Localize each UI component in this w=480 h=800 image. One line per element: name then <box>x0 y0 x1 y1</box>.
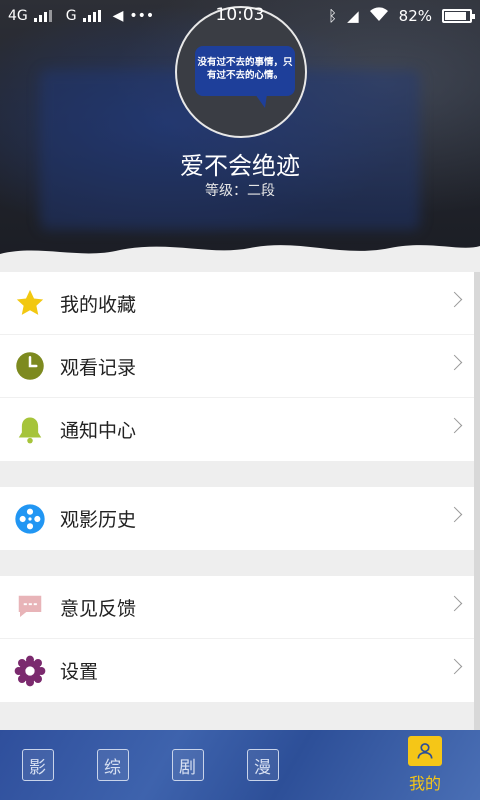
tab-label: 影 <box>21 749 54 781</box>
bell-icon <box>14 414 46 446</box>
gear-icon <box>14 655 46 687</box>
bottom-nav: 影 综 剧 漫 我的 <box>0 730 480 800</box>
clock-icon <box>14 350 46 382</box>
chevron-right-icon <box>446 291 463 308</box>
avatar-text: 没有过不去的事情，只有过不去的心情。 <box>195 46 295 96</box>
tab-dramas[interactable]: 剧 <box>150 749 225 781</box>
menu-group-1: 我的收藏 观看记录 通知中心 <box>0 272 474 461</box>
menu-group-2: 观影历史 <box>0 487 474 550</box>
star-icon <box>14 287 46 319</box>
user-icon <box>408 736 442 766</box>
menu-item-favorites[interactable]: 我的收藏 <box>0 272 474 335</box>
tab-label: 漫 <box>246 749 279 781</box>
menu-item-label: 我的收藏 <box>60 293 137 316</box>
menu-item-label: 通知中心 <box>60 420 137 442</box>
username[interactable]: 爱不会绝迹 <box>0 146 480 181</box>
chevron-right-icon <box>446 595 463 612</box>
tab-variety[interactable]: 综 <box>75 749 150 781</box>
chat-bubble-icon <box>14 591 46 623</box>
menu-item-label: 观看记录 <box>60 356 137 379</box>
tab-mine[interactable]: 我的 <box>370 736 480 794</box>
chevron-right-icon <box>446 417 463 434</box>
menu-item-label: 意见反馈 <box>60 597 137 620</box>
chevron-right-icon <box>446 506 463 523</box>
clock: 10:03 <box>215 5 265 25</box>
battery-icon <box>442 9 475 23</box>
menu-list: 我的收藏 观看记录 通知中心 观影历史 意见反馈 设置 <box>0 272 474 728</box>
tab-movies[interactable]: 影 <box>0 749 75 781</box>
menu-item-feedback[interactable]: 意见反馈 <box>0 576 474 639</box>
menu-item-notifications[interactable]: 通知中心 <box>0 398 474 461</box>
chevron-right-icon <box>446 658 463 675</box>
menu-item-settings[interactable]: 设置 <box>0 639 474 702</box>
status-bar: 4G G ◀︎ ••• 10:03 ᛒ ◢ 82% <box>0 0 480 32</box>
tab-label: 剧 <box>171 749 204 781</box>
tab-comics[interactable]: 漫 <box>225 749 300 781</box>
film-reel-icon <box>14 503 46 535</box>
menu-item-watch-history[interactable]: 观看记录 <box>0 335 474 398</box>
menu-item-viewing-history[interactable]: 观影历史 <box>0 487 474 550</box>
avatar-bubble-tail <box>255 94 267 108</box>
chevron-right-icon <box>446 354 463 371</box>
user-level: 等级：二段 <box>205 183 275 199</box>
menu-item-label: 设置 <box>60 661 99 683</box>
header-wave-divider <box>0 245 480 272</box>
tab-label: 我的 <box>408 774 441 793</box>
scrollbar[interactable] <box>474 272 480 730</box>
menu-item-label: 观影历史 <box>60 509 137 531</box>
tab-label: 综 <box>96 749 129 781</box>
menu-group-3: 意见反馈 设置 <box>0 576 474 702</box>
